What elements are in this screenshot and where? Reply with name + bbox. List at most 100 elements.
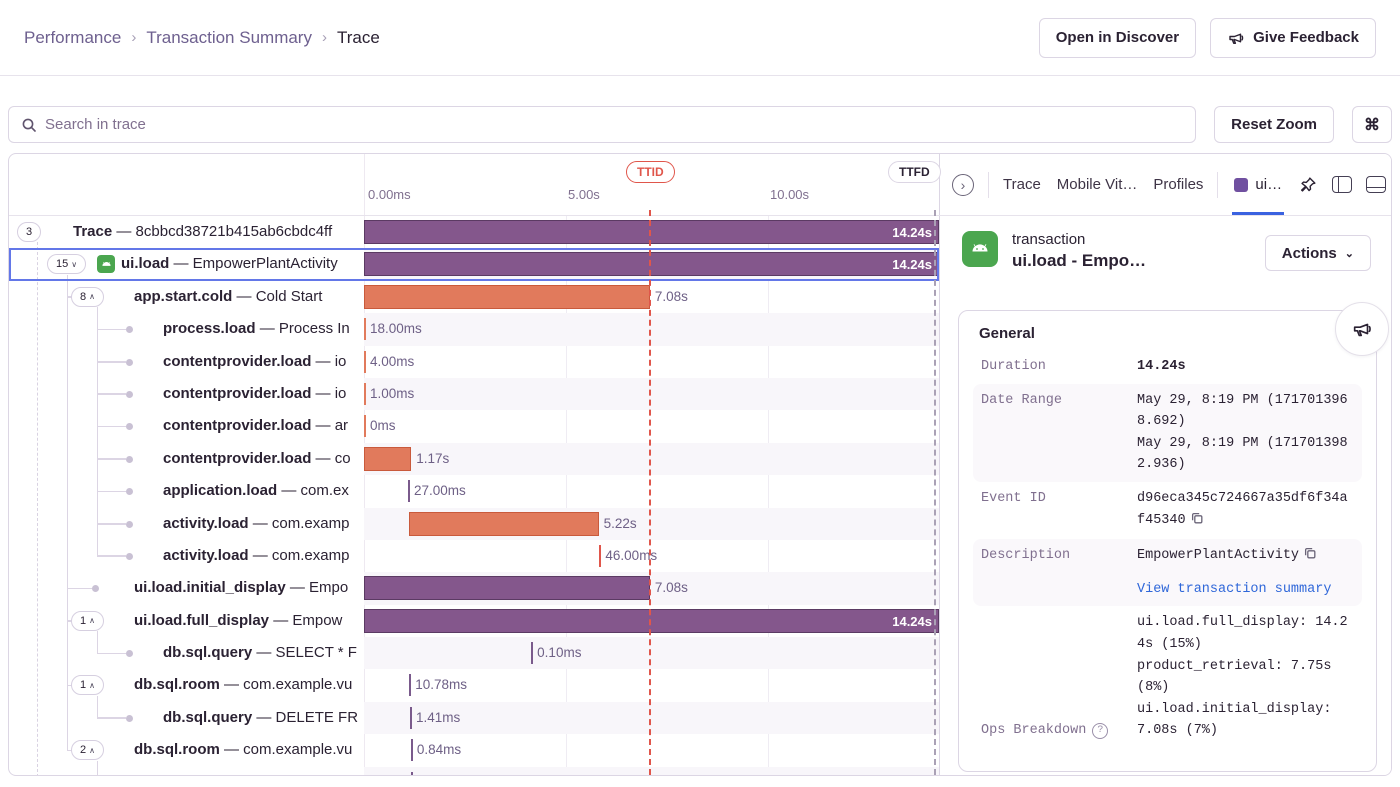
span-duration-tick — [411, 739, 413, 761]
duration-row: Duration 14.24s — [973, 350, 1362, 384]
trace-toolbar: Reset Zoom ⌘ — [8, 106, 1392, 143]
span-row[interactable]: db.sql.query — DELETE FR1.41ms — [9, 702, 939, 734]
reset-zoom-label: Reset Zoom — [1231, 116, 1317, 133]
chevron-right-icon: › — [322, 29, 327, 46]
span-name: activity.load — com.examp — [163, 508, 364, 540]
android-icon — [962, 231, 998, 267]
span-row[interactable]: application.load — com.ex27.00ms — [9, 475, 939, 507]
give-feedback-button[interactable]: Give Feedback — [1210, 18, 1376, 58]
search-box[interactable] — [8, 106, 1196, 143]
span-count-pill[interactable]: 3 — [17, 222, 41, 242]
span-row[interactable]: db.sql.query — SELECT * F0.10ms — [9, 637, 939, 669]
span-count-pill[interactable]: 2∧ — [71, 740, 104, 760]
span-duration-label: 14.24s — [892, 221, 932, 245]
span-row[interactable]: contentprovider.load — io4.00ms — [9, 346, 939, 378]
span-row[interactable]: activity.load — com.examp 5.22s — [9, 508, 939, 540]
reset-zoom-button[interactable]: Reset Zoom — [1214, 106, 1334, 143]
span-duration-bar[interactable] — [409, 512, 598, 536]
help-icon[interactable]: ? — [1092, 723, 1108, 739]
chevron-up-icon: ∧ — [89, 292, 95, 301]
span-count-label: 1 — [80, 679, 86, 691]
span-duration-tick — [409, 674, 411, 696]
span-name: db.sql.query — DELETE FR — [163, 702, 364, 734]
span-row[interactable]: 2∧db.sql.room — com.example.vu0.84ms — [9, 734, 939, 766]
axis-tick-0: 0.00ms — [368, 187, 411, 202]
span-row[interactable]: contentprovider.load — ar0ms — [9, 410, 939, 442]
span-row[interactable]: 8∧app.start.cold — Cold Start7.08s — [9, 281, 939, 313]
tree-guide-dot — [126, 326, 133, 333]
tree-guide-dot — [126, 391, 133, 398]
top-bar: Performance › Transaction Summary › Trac… — [0, 0, 1400, 76]
span-duration-label: 0.84ms — [417, 734, 461, 766]
tab-ui-load-active[interactable]: ui… — [1232, 154, 1284, 215]
span-duration-bar[interactable] — [364, 285, 650, 309]
span-row[interactable]: 3Trace — 8cbbcd38721b415ab6cbdc4ff14.24s — [9, 216, 939, 248]
divider — [1217, 172, 1218, 198]
active-tab-label: ui… — [1255, 176, 1282, 193]
layout-left-icon[interactable] — [1332, 176, 1352, 193]
span-count-pill[interactable]: 1∧ — [71, 675, 104, 695]
span-count-label: 15 — [56, 258, 68, 270]
span-row[interactable]: contentprovider.load — co1.17s — [9, 443, 939, 475]
span-row[interactable]: activity.load — com.examp46.00ms — [9, 540, 939, 572]
span-duration-bar[interactable] — [364, 576, 650, 600]
span-count-pill[interactable]: 1∧ — [71, 611, 104, 631]
span-waterfall: 3Trace — 8cbbcd38721b415ab6cbdc4ff14.24s… — [9, 216, 939, 776]
layout-bottom-icon[interactable] — [1366, 176, 1386, 193]
ttfd-marker-pill[interactable]: TTFD — [888, 161, 941, 183]
span-row[interactable]: db.sql.query — INSERT OR2.78ms — [9, 767, 939, 776]
tree-guide-dot — [126, 650, 133, 657]
tree-guide — [97, 491, 126, 493]
breadcrumb: Performance › Transaction Summary › Trac… — [24, 28, 380, 48]
ops-breakdown-values: ui.load.full_display: 14.24s (15%)produc… — [1137, 612, 1354, 742]
search-icon — [21, 117, 37, 133]
tab-trace[interactable]: Trace — [1003, 176, 1041, 193]
date-range-key: Date Range — [981, 390, 1127, 476]
row-stripe — [364, 313, 939, 345]
command-icon: ⌘ — [1364, 115, 1380, 135]
command-shortcut-button[interactable]: ⌘ — [1352, 106, 1392, 143]
give-feedback-label: Give Feedback — [1253, 29, 1359, 46]
span-row[interactable]: 1∧db.sql.room — com.example.vu10.78ms — [9, 669, 939, 701]
tree-guide — [97, 329, 126, 331]
span-duration-bar[interactable]: 14.24s — [364, 220, 939, 244]
tab-profiles[interactable]: Profiles — [1153, 176, 1203, 193]
tree-guide-dot — [126, 423, 133, 430]
breadcrumb-performance[interactable]: Performance — [24, 28, 121, 48]
tree-guide-dot — [126, 488, 133, 495]
span-duration-bar[interactable] — [364, 447, 411, 471]
breadcrumb-transaction-summary[interactable]: Transaction Summary — [146, 28, 312, 48]
span-row[interactable]: 1∧ui.load.full_display — Empow14.24s — [9, 605, 939, 637]
span-duration-tick — [531, 642, 533, 664]
transaction-kind: transaction — [1012, 231, 1265, 248]
ttid-marker-pill[interactable]: TTID — [626, 161, 675, 183]
pin-tab-icon[interactable] — [1298, 175, 1318, 195]
tab-mobile-vit-[interactable]: Mobile Vit… — [1057, 176, 1138, 193]
header-divider — [9, 215, 1391, 216]
search-input[interactable] — [45, 116, 1183, 133]
collapse-panel-icon[interactable]: › — [952, 174, 974, 196]
span-row[interactable]: process.load — Process In18.00ms — [9, 313, 939, 345]
span-count-pill[interactable]: 15∨ — [47, 254, 86, 274]
feedback-float-button[interactable] — [1335, 302, 1389, 356]
copy-icon[interactable] — [1303, 546, 1317, 569]
span-name: application.load — com.ex — [163, 475, 364, 507]
chevron-up-icon: ∧ — [89, 616, 95, 625]
open-in-discover-button[interactable]: Open in Discover — [1039, 18, 1196, 58]
span-duration-tick — [411, 772, 413, 776]
panel-tab-bar: › Trace Mobile Vit… Profiles ui… — [940, 154, 1391, 215]
span-row[interactable]: ui.load.initial_display — Empo7.08s — [9, 572, 939, 604]
span-row[interactable]: 15∨ui.load — EmpowerPlantActivity14.24s — [9, 248, 939, 280]
tree-guide-dot — [126, 359, 133, 366]
span-duration-label: 0.10ms — [537, 637, 581, 669]
view-transaction-summary-link[interactable]: View transaction summary — [1137, 579, 1331, 601]
copy-icon[interactable] — [1190, 511, 1204, 534]
span-duration-label: 14.24s — [892, 253, 932, 277]
span-duration-bar[interactable]: 14.24s — [364, 252, 939, 276]
actions-button[interactable]: Actions ⌄ — [1265, 235, 1371, 271]
span-count-pill[interactable]: 8∧ — [71, 287, 104, 307]
span-row[interactable]: contentprovider.load — io1.00ms — [9, 378, 939, 410]
span-color-swatch — [1234, 178, 1248, 192]
span-duration-label: 5.22s — [604, 508, 637, 540]
span-duration-bar[interactable]: 14.24s — [364, 609, 939, 633]
